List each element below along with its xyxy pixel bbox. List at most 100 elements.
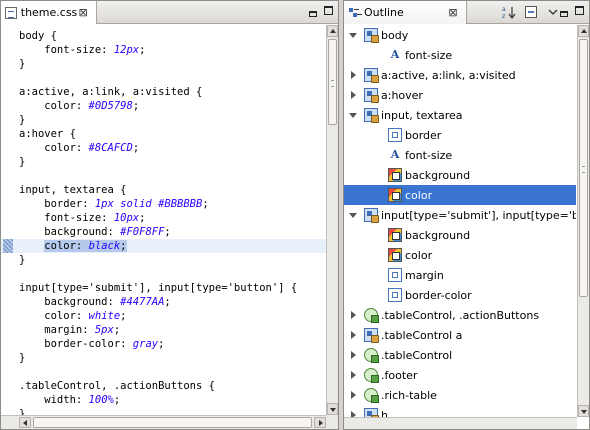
code-line[interactable] bbox=[19, 365, 326, 379]
code-token: background: bbox=[19, 296, 121, 308]
code-line[interactable]: } bbox=[19, 351, 326, 365]
code-token: font-size: bbox=[19, 44, 114, 56]
outline-tree-item[interactable]: body bbox=[344, 25, 576, 45]
outline-tree-item[interactable]: background bbox=[344, 165, 576, 185]
code-token-value: #0D5798 bbox=[88, 100, 133, 112]
code-token: ; bbox=[113, 324, 121, 336]
code-token-value: 5px bbox=[94, 324, 114, 336]
code-token: color: bbox=[19, 142, 89, 154]
scroll-thumb[interactable] bbox=[328, 39, 337, 125]
outline-tree-item[interactable]: border-color bbox=[344, 285, 576, 305]
outline-tree-item[interactable]: input[type='submit'], input[type='butt bbox=[344, 205, 576, 225]
current-line-marker bbox=[3, 239, 13, 253]
collapse-all-icon[interactable] bbox=[523, 5, 539, 19]
editor-vertical-scrollbar[interactable] bbox=[326, 25, 338, 415]
scroll-down-icon[interactable] bbox=[327, 403, 338, 415]
scroll-thumb[interactable] bbox=[33, 417, 312, 428]
outline-tree-item[interactable]: a:active, a:link, a:visited bbox=[344, 65, 576, 85]
code-line[interactable] bbox=[19, 267, 326, 281]
close-icon[interactable]: ⊠ bbox=[77, 6, 89, 19]
expanded-twisty-icon[interactable] bbox=[348, 210, 358, 220]
outline-tree-item[interactable]: .tableControl, .actionButtons bbox=[344, 305, 576, 325]
scroll-up-icon[interactable] bbox=[327, 25, 338, 37]
code-token: .tableControl, .actionButtons { bbox=[19, 380, 215, 392]
code-token: ; bbox=[202, 198, 209, 210]
minimize-icon[interactable] bbox=[308, 5, 318, 17]
maximize-icon[interactable] bbox=[323, 5, 333, 16]
outline-tree-item[interactable]: color bbox=[344, 245, 576, 265]
outline-tab[interactable]: Outline ⊠ bbox=[344, 1, 467, 24]
collapsed-twisty-icon[interactable] bbox=[348, 390, 358, 400]
editor-horizontal-scrollbar[interactable] bbox=[1, 415, 326, 429]
code-token-value: 100% bbox=[88, 394, 114, 406]
outline-tree-item[interactable]: input, textarea bbox=[344, 105, 576, 125]
outline-tree-item[interactable]: border bbox=[344, 125, 576, 145]
code-line[interactable]: input[type='submit'], input[type='button… bbox=[19, 281, 326, 295]
code-line[interactable]: color: #0D5798; bbox=[19, 99, 326, 113]
code-line[interactable]: } bbox=[19, 155, 326, 169]
font-property-icon: A bbox=[390, 148, 400, 161]
collapsed-twisty-icon[interactable] bbox=[348, 70, 358, 80]
collapsed-twisty-icon[interactable] bbox=[348, 410, 358, 417]
expanded-twisty-icon[interactable] bbox=[348, 30, 358, 40]
code-line[interactable]: font-size: 12px; bbox=[19, 43, 326, 57]
outline-horizontal-scrollbar[interactable] bbox=[344, 417, 577, 429]
code-line[interactable]: width: 100%; bbox=[19, 393, 326, 407]
minimize-icon[interactable] bbox=[559, 5, 569, 17]
code-line[interactable]: } bbox=[19, 253, 326, 267]
code-token: border-color: bbox=[19, 338, 133, 350]
code-line[interactable]: body { bbox=[19, 29, 326, 43]
outline-tree-item[interactable]: background bbox=[344, 225, 576, 245]
close-icon[interactable]: ⊠ bbox=[447, 6, 459, 19]
editor-tab-theme-css[interactable]: theme.css ⊠ bbox=[1, 1, 97, 24]
code-line[interactable]: border: 1px solid #BBBBBB; bbox=[19, 197, 326, 211]
code-line[interactable]: } bbox=[19, 407, 326, 415]
outline-tree-item[interactable]: h bbox=[344, 405, 576, 417]
collapsed-twisty-icon[interactable] bbox=[348, 310, 358, 320]
scroll-down-icon[interactable] bbox=[578, 405, 589, 417]
code-line[interactable]: margin: 5px; bbox=[19, 323, 326, 337]
code-line[interactable]: .tableControl, .actionButtons { bbox=[19, 379, 326, 393]
outline-tree-item[interactable]: a:hover bbox=[344, 85, 576, 105]
outline-tree-item[interactable]: .tableControl bbox=[344, 345, 576, 365]
scroll-left-icon[interactable] bbox=[19, 417, 31, 428]
code-line[interactable] bbox=[19, 169, 326, 183]
collapsed-twisty-icon[interactable] bbox=[348, 90, 358, 100]
code-line[interactable]: color: #8CAFCD; bbox=[19, 141, 326, 155]
code-line[interactable]: input, textarea { bbox=[19, 183, 326, 197]
outline-tree-item[interactable]: color bbox=[344, 185, 576, 205]
code-line[interactable]: background: #F0F8FF; bbox=[19, 225, 326, 239]
outline-tree-item[interactable]: .rich-table bbox=[344, 385, 576, 405]
outline-tree-item[interactable]: Afont-size bbox=[344, 145, 576, 165]
outline-tree-item[interactable]: .footer bbox=[344, 365, 576, 385]
scroll-thumb[interactable] bbox=[579, 39, 588, 297]
sort-icon[interactable]: az bbox=[501, 5, 517, 20]
code-line[interactable] bbox=[19, 71, 326, 85]
color-property-icon bbox=[388, 228, 402, 242]
code-token: color: bbox=[19, 100, 89, 112]
maximize-icon[interactable] bbox=[574, 5, 584, 16]
code-line[interactable]: border-color: gray; bbox=[19, 337, 326, 351]
scroll-up-icon[interactable] bbox=[578, 25, 589, 37]
outline-tree-item[interactable]: .tableControl a bbox=[344, 325, 576, 345]
code-line[interactable]: } bbox=[19, 113, 326, 127]
css-file-icon bbox=[5, 6, 17, 19]
code-line[interactable]: background: #4477AA; bbox=[19, 295, 326, 309]
code-line[interactable]: font-size: 10px; bbox=[19, 211, 326, 225]
scroll-right-icon[interactable] bbox=[314, 417, 326, 428]
code-line[interactable]: color: black; bbox=[1, 239, 326, 253]
collapsed-twisty-icon[interactable] bbox=[348, 370, 358, 380]
code-text-area[interactable]: body { font-size: 12px;} a:active, a:link… bbox=[1, 25, 326, 415]
outline-tree[interactable]: body Afont-size a:active, a:link, a:visite… bbox=[344, 25, 576, 417]
code-line[interactable]: a:hover { bbox=[19, 127, 326, 141]
outline-tree-item[interactable]: Afont-size bbox=[344, 45, 576, 65]
code-line[interactable]: } bbox=[19, 57, 326, 71]
code-line[interactable]: color: white; bbox=[19, 309, 326, 323]
code-line[interactable]: a:active, a:link, a:visited { bbox=[19, 85, 326, 99]
expanded-twisty-icon[interactable] bbox=[348, 110, 358, 120]
outline-tree-item[interactable]: margin bbox=[344, 265, 576, 285]
collapsed-twisty-icon[interactable] bbox=[348, 330, 358, 340]
collapsed-twisty-icon[interactable] bbox=[348, 350, 358, 360]
svg-text:a: a bbox=[502, 6, 506, 13]
outline-vertical-scrollbar[interactable] bbox=[577, 25, 589, 417]
